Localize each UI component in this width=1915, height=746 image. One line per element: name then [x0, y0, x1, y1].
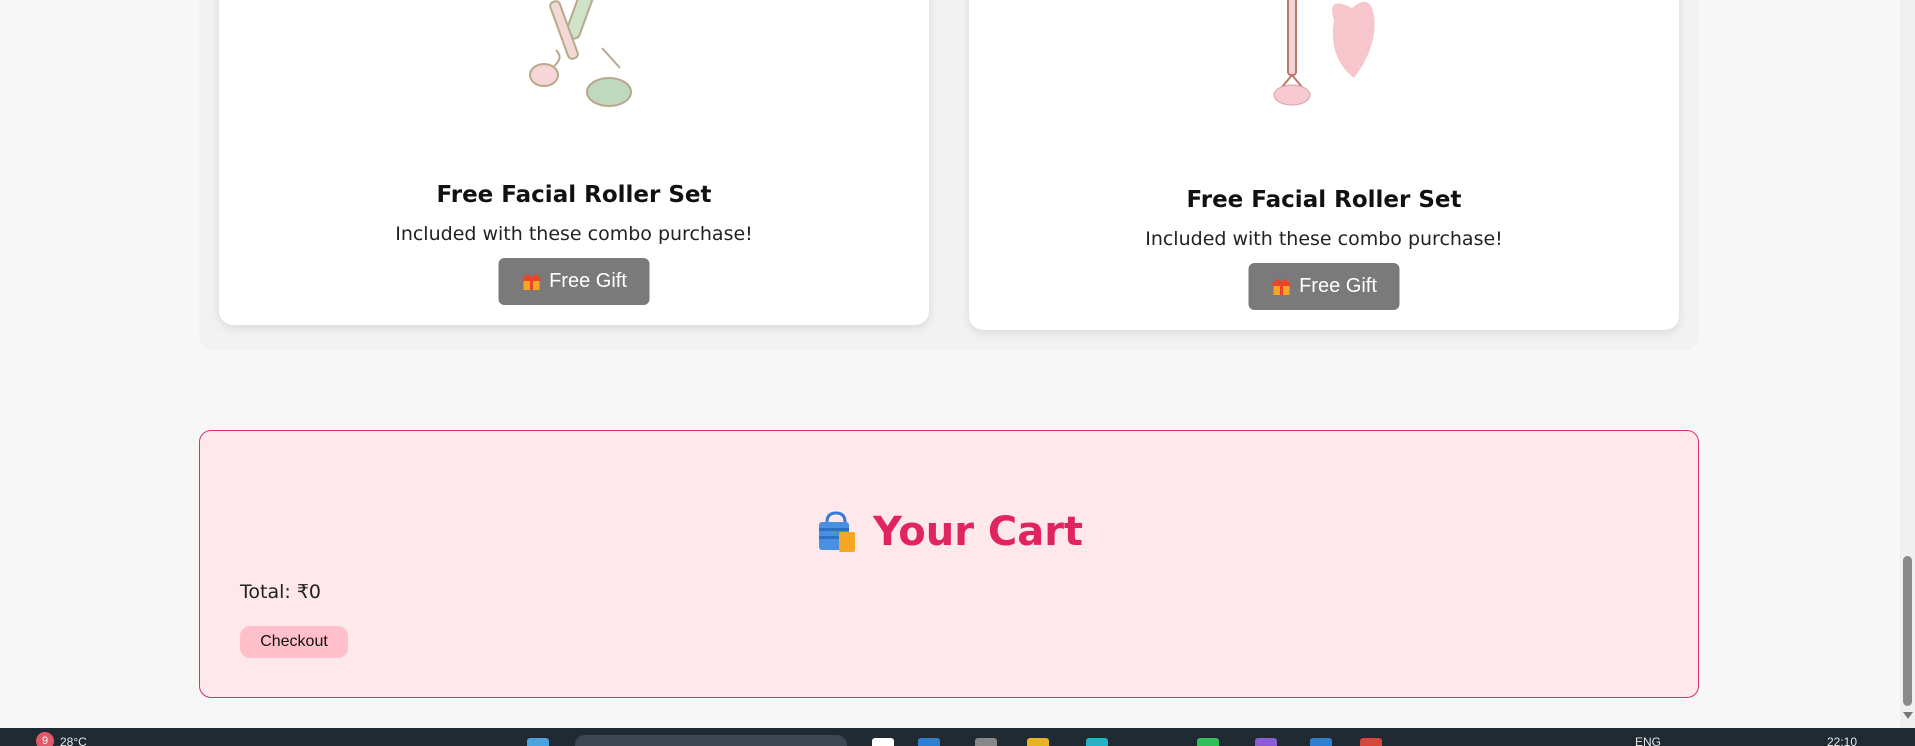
language-indicator[interactable]: ENG	[1635, 735, 1661, 746]
product-subtitle: Included with these combo purchase!	[395, 223, 753, 245]
os-taskbar: 9 28°C ENG 22:10	[0, 728, 1915, 746]
weather-badge[interactable]: 9	[36, 732, 54, 746]
product-card-free-roller-1: Free Facial Roller Set Included with the…	[219, 0, 929, 325]
vscode-icon[interactable]	[1310, 738, 1332, 746]
app-icon[interactable]	[1086, 738, 1108, 746]
taskbar-search[interactable]	[575, 735, 847, 746]
copilot-icon[interactable]	[975, 738, 997, 746]
start-icon[interactable]	[527, 738, 549, 746]
scrollbar-thumb[interactable]	[1903, 556, 1912, 706]
vertical-scrollbar[interactable]	[1900, 0, 1915, 728]
clock[interactable]: 22:10	[1827, 735, 1857, 746]
page-viewport: Free Facial Roller Set Included with the…	[0, 0, 1900, 728]
teams-icon[interactable]	[1255, 738, 1277, 746]
free-gift-label: Free Gift	[1299, 275, 1377, 297]
weather-temperature[interactable]: 28°C	[60, 735, 87, 746]
facial-roller-image	[529, 0, 632, 107]
free-gift-button[interactable]: Free Gift	[498, 258, 650, 305]
gua-sha-roller-image	[1273, 0, 1375, 106]
free-gift-button[interactable]: Free Gift	[1248, 263, 1400, 310]
cart-total: Total: ₹0	[240, 581, 321, 603]
product-title: Free Facial Roller Set	[1186, 187, 1462, 213]
checkout-button[interactable]: Checkout	[240, 626, 348, 658]
file-explorer-icon[interactable]	[1027, 738, 1049, 746]
gift-icon	[522, 273, 541, 290]
chrome-icon[interactable]	[1360, 738, 1382, 746]
cart-heading: Your Cart	[200, 509, 1698, 555]
free-gift-label: Free Gift	[549, 270, 627, 292]
shopping-bag-icon	[818, 511, 855, 552]
product-title: Free Facial Roller Set	[436, 182, 712, 208]
cart-panel: Your Cart Total: ₹0 Checkout	[199, 430, 1699, 698]
edge-icon[interactable]	[918, 738, 940, 746]
task-view-icon[interactable]	[872, 738, 894, 746]
gift-icon	[1272, 278, 1291, 295]
cart-title: Your Cart	[872, 509, 1084, 555]
scroll-down-arrow-icon[interactable]	[1903, 712, 1913, 719]
product-subtitle: Included with these combo purchase!	[1145, 228, 1503, 250]
product-card-free-roller-2: Free Facial Roller Set Included with the…	[969, 0, 1679, 330]
whatsapp-icon[interactable]	[1197, 738, 1219, 746]
